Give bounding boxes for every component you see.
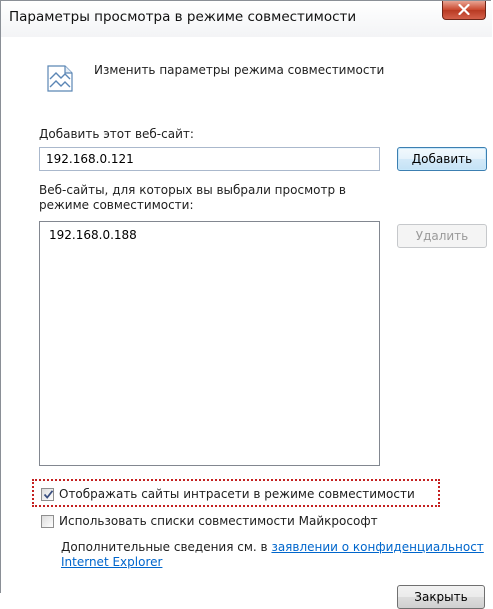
close-window-button[interactable]: [442, 1, 486, 20]
privacy-statement-link[interactable]: заявлении о конфиденциальност: [271, 540, 483, 554]
add-site-label: Добавить этот веб-сайт:: [39, 127, 194, 141]
close-button[interactable]: Закрыть: [397, 585, 485, 609]
compatibility-view-icon: [46, 63, 74, 96]
add-site-button[interactable]: Добавить: [397, 147, 487, 171]
site-list-label: Веб-сайты, для которых вы выбрали просмо…: [39, 183, 346, 212]
remove-site-button[interactable]: Удалить: [397, 224, 487, 248]
checkmark-icon: [43, 490, 54, 499]
header-text: Изменить параметры режима совместимости: [94, 63, 385, 77]
dialog-title: Параметры просмотра в режиме совместимос…: [9, 9, 357, 25]
site-list[interactable]: 192.168.0.188: [39, 221, 380, 466]
compatibility-view-dialog: Параметры просмотра в режиме совместимос…: [0, 0, 492, 609]
microsoft-lists-checkbox-label[interactable]: Использовать списки совместимости Майкро…: [59, 514, 378, 528]
privacy-statement-link-continued[interactable]: Internet Explorer: [61, 555, 162, 569]
add-site-input[interactable]: [39, 147, 380, 171]
microsoft-lists-checkbox[interactable]: [41, 515, 54, 528]
title-bar[interactable]: Параметры просмотра в режиме совместимос…: [1, 1, 492, 38]
intranet-checkbox[interactable]: [41, 488, 54, 501]
info-prefix: Дополнительные сведения см. в: [61, 540, 272, 554]
dialog-content: Изменить параметры режима совместимости …: [1, 37, 492, 609]
list-item[interactable]: 192.168.0.188: [49, 228, 137, 242]
info-text: Дополнительные сведения см. в заявлении …: [61, 539, 484, 555]
info-text-line-2: Internet Explorer: [61, 555, 162, 569]
intranet-checkbox-label[interactable]: Отображать сайты интрасети в режиме совм…: [59, 487, 415, 501]
